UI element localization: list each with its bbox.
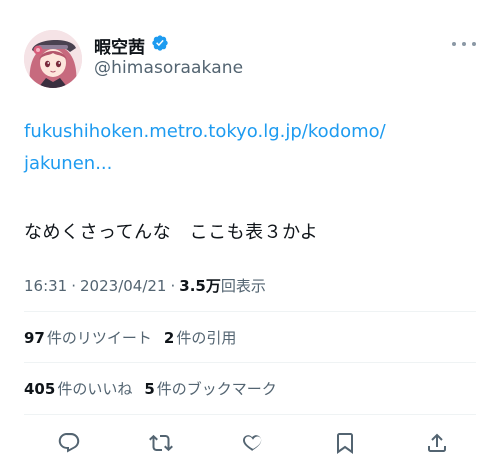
display-name[interactable]: 暇空茜 (94, 33, 145, 58)
bookmark-button[interactable] (332, 430, 358, 456)
quotes-label: 件の引用 (176, 329, 237, 347)
verified-badge-icon (151, 34, 169, 56)
tweet-time[interactable]: 16:31 (24, 277, 67, 295)
author-name-row[interactable]: 暇空茜 (94, 33, 169, 58)
quotes-stat[interactable]: 2 件の引用 (164, 327, 236, 348)
tweet-text: なめくさってんな ここも表３かよ (24, 222, 319, 243)
reply-icon (58, 433, 80, 453)
views-count: 3.5万 (179, 277, 221, 295)
tweet-date[interactable]: 2023/04/21 (80, 277, 166, 295)
retweets-label: 件のリツイート (46, 329, 152, 347)
avatar[interactable] (24, 30, 82, 88)
retweets-stat[interactable]: 97 件のリツイート (24, 327, 152, 348)
meta-separator: · (71, 277, 77, 295)
bookmarks-count: 5 (144, 380, 155, 398)
divider (24, 362, 476, 363)
likes-stat[interactable]: 405 件のいいね (24, 378, 132, 399)
likes-count: 405 (24, 380, 56, 398)
tweet-link-line-2[interactable]: jakunen... (24, 153, 112, 174)
retweets-count: 97 (24, 329, 45, 347)
like-icon (243, 435, 262, 452)
bookmark-icon (337, 433, 353, 454)
likes-label: 件のいいね (57, 380, 133, 398)
tweet-link-line-1[interactable]: fukushihoken.metro.tokyo.lg.jp/kodomo/ (24, 121, 386, 142)
author-handle[interactable]: @himasoraakane (94, 58, 243, 78)
divider (24, 414, 476, 415)
views-label: 回表示 (220, 277, 266, 295)
like-stats-row: 405 件のいいね 5 件のブックマーク (24, 378, 277, 399)
more-options-button[interactable] (452, 36, 476, 52)
like-button[interactable] (240, 430, 266, 456)
bookmarks-label: 件のブックマーク (156, 380, 277, 398)
share-icon (428, 433, 446, 452)
more-dot-icon (452, 42, 456, 46)
bookmarks-stat[interactable]: 5 件のブックマーク (144, 378, 276, 399)
tweet-action-bar (24, 428, 476, 458)
avatar-image (24, 30, 82, 88)
quotes-count: 2 (163, 329, 175, 347)
divider (24, 311, 476, 312)
more-dot-icon (472, 42, 476, 46)
meta-separator: · (170, 277, 176, 295)
more-dot-icon (462, 42, 466, 46)
retweet-icon (149, 434, 173, 452)
retweet-button[interactable] (148, 430, 174, 456)
reply-button[interactable] (56, 430, 82, 456)
share-button[interactable] (424, 430, 450, 456)
tweet-meta: 16:31 · 2023/04/21 · 3.5万 回表示 (24, 275, 266, 296)
retweet-stats-row: 97 件のリツイート 2 件の引用 (24, 327, 236, 348)
